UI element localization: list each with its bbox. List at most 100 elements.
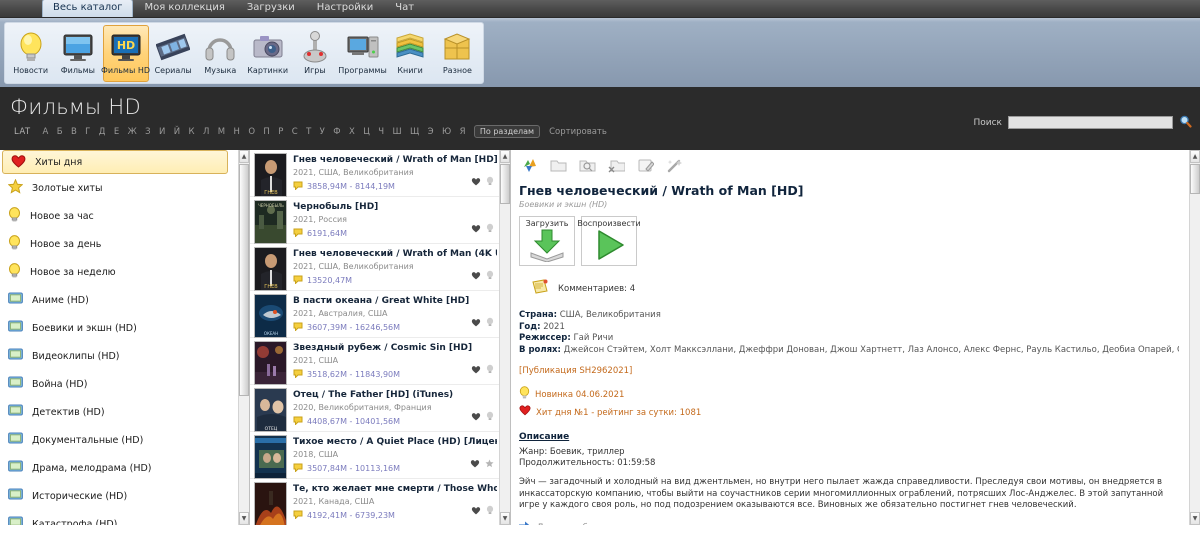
scrollbar-thumb[interactable] <box>500 164 510 204</box>
sidebar-item-istoricheskie[interactable]: Исторические (HD) <box>0 482 238 510</box>
alpha-letter[interactable]: Т <box>302 126 316 138</box>
lightbulb-icon[interactable] <box>486 265 494 284</box>
ribbon-item-muzyka[interactable]: Музыка <box>198 25 243 82</box>
download-button[interactable]: Загрузить <box>519 216 575 266</box>
ribbon-item-filmy[interactable]: Фильмы <box>55 25 100 82</box>
ribbon-item-igry[interactable]: Игры <box>292 25 337 82</box>
heart-icon[interactable] <box>471 218 481 237</box>
lightbulb-icon[interactable] <box>486 218 494 237</box>
ribbon-item-serialy[interactable]: Сериалы <box>151 25 196 82</box>
sidebar-item-novoe-za-nedelyu[interactable]: Новое за неделю <box>0 258 238 286</box>
scroll-down-arrow[interactable]: ▼ <box>500 512 510 525</box>
alpha-letter[interactable]: Е <box>110 126 124 138</box>
tab-nastroyki[interactable]: Настройки <box>306 0 384 17</box>
share-arrows-icon[interactable] <box>521 157 538 178</box>
sort-button[interactable]: Сортировать <box>549 127 607 137</box>
alpha-letter[interactable]: Ш <box>388 126 406 138</box>
ribbon-item-knigi[interactable]: Книги <box>388 25 433 82</box>
alpha-letter[interactable]: Я <box>456 126 470 138</box>
alpha-letter[interactable]: Й <box>170 126 185 138</box>
list-item[interactable]: ОКЕАН В пасти океана / Great White [HD] … <box>250 291 499 338</box>
sidebar-item-anime[interactable]: Аниме (HD) <box>0 286 238 314</box>
folder-edit-icon[interactable] <box>637 158 655 177</box>
alpha-letter[interactable]: А <box>38 126 52 138</box>
list-item[interactable]: ГНЕВ Гнев человеческий / Wrath of Man (4… <box>250 244 499 291</box>
heart-icon[interactable] <box>470 453 480 472</box>
magic-wand-icon[interactable] <box>666 158 683 177</box>
heart-icon[interactable] <box>471 500 481 519</box>
alpha-letter[interactable]: Н <box>230 126 245 138</box>
scroll-down-arrow[interactable]: ▼ <box>239 512 249 525</box>
heart-icon[interactable] <box>471 359 481 378</box>
alpha-letter[interactable]: Ч <box>374 126 388 138</box>
ribbon-item-programmy[interactable]: Программы <box>338 25 387 82</box>
scroll-up-arrow[interactable]: ▲ <box>1190 150 1200 163</box>
tab-ves-katalog[interactable]: Весь каталог <box>42 0 134 17</box>
sidebar-item-videoklipy[interactable]: Видеоклипы (HD) <box>0 342 238 370</box>
alpha-letter[interactable]: В <box>67 126 81 138</box>
alpha-letter[interactable]: С <box>288 126 302 138</box>
folder-search-icon[interactable] <box>579 158 596 177</box>
description-heading[interactable]: Описание <box>519 432 1179 442</box>
alpha-letter[interactable]: Э <box>424 126 438 138</box>
lightbulb-icon[interactable] <box>486 359 494 378</box>
alpha-letter[interactable]: Ю <box>438 126 456 138</box>
folder-icon[interactable] <box>550 158 567 177</box>
alpha-letter[interactable]: У <box>316 126 330 138</box>
lightbulb-icon[interactable] <box>486 171 494 190</box>
sidebar-item-hity-dnya[interactable]: Хиты дня <box>2 150 228 174</box>
sections-button[interactable]: По разделам <box>473 125 541 138</box>
sidebar-item-boeviki-i-ekshn[interactable]: Боевики и экшн (HD) <box>0 314 238 342</box>
list-item[interactable]: Звездный рубеж / Cosmic Sin [HD] 2021, С… <box>250 338 499 385</box>
comments-row[interactable]: Комментариев: 4 <box>519 279 1179 298</box>
scrollbar-thumb[interactable] <box>1190 164 1200 194</box>
tab-moya-kollekciya[interactable]: Моя коллекция <box>133 0 235 17</box>
ribbon-item-filmy-hd[interactable]: HD Фильмы HD <box>101 25 150 82</box>
alpha-letter[interactable]: З <box>141 126 155 138</box>
list-item[interactable]: ОТЕЦ Отец / The Father [HD] (iTunes) 202… <box>250 385 499 432</box>
alpha-letter[interactable]: Х <box>345 126 359 138</box>
scroll-up-arrow[interactable]: ▲ <box>239 150 249 163</box>
scroll-down-arrow[interactable]: ▼ <box>1190 512 1200 525</box>
detail-scrollbar[interactable]: ▲ ▼ <box>1189 150 1200 525</box>
sidebar-item-zolotye-hity[interactable]: Золотые хиты <box>0 174 238 202</box>
list-item[interactable]: ГНЕВ Гнев человеческий / Wrath of Man [H… <box>250 150 499 197</box>
sidebar-item-novoe-za-den[interactable]: Новое за день <box>0 230 238 258</box>
search-input[interactable] <box>1008 116 1173 129</box>
alpha-letter[interactable]: О <box>244 126 259 138</box>
alpha-letter[interactable]: Ц <box>359 126 374 138</box>
sidebar-item-drama-melodrama[interactable]: Драма, мелодрама (HD) <box>0 454 238 482</box>
alpha-letter[interactable]: Щ <box>406 126 424 138</box>
lightbulb-icon[interactable] <box>486 312 494 331</box>
scroll-up-arrow[interactable]: ▲ <box>500 150 510 163</box>
star-icon[interactable] <box>485 453 494 472</box>
heart-icon[interactable] <box>471 265 481 284</box>
scrollbar-thumb[interactable] <box>239 164 249 396</box>
search-icon[interactable] <box>1179 113 1192 132</box>
alpha-letter[interactable]: Ф <box>329 126 345 138</box>
lightbulb-icon[interactable] <box>486 500 494 519</box>
sidebar-scrollbar[interactable]: ▲ ▼ <box>238 150 249 525</box>
heart-icon[interactable] <box>471 171 481 190</box>
list-item[interactable]: Те, кто желает мне смерти / Those Who 20… <box>250 479 499 525</box>
heart-icon[interactable] <box>471 406 481 425</box>
alpha-letter-lat[interactable]: LAT <box>10 126 38 138</box>
alpha-letter[interactable]: М <box>214 126 230 138</box>
movie-list-scrollbar[interactable]: ▲ ▼ <box>499 150 510 525</box>
alpha-letter[interactable]: Ж <box>124 126 142 138</box>
alpha-letter[interactable]: Д <box>95 126 110 138</box>
heart-icon[interactable] <box>471 312 481 331</box>
ribbon-item-novosti[interactable]: Новости <box>8 25 53 82</box>
alpha-letter[interactable]: Р <box>274 126 288 138</box>
play-button[interactable]: Воспроизвести <box>577 216 641 266</box>
ribbon-item-raznoe[interactable]: Разное <box>435 25 480 82</box>
alpha-letter[interactable]: К <box>185 126 199 138</box>
alpha-letter[interactable]: П <box>259 126 274 138</box>
sidebar-item-detektiv[interactable]: Детектив (HD) <box>0 398 238 426</box>
sidebar-item-katastrofa[interactable]: Катастрофа (HD) <box>0 510 238 525</box>
alpha-letter[interactable]: Б <box>53 126 67 138</box>
sidebar-item-dokumentalnye[interactable]: Документальные (HD) <box>0 426 238 454</box>
alpha-letter[interactable]: И <box>155 126 170 138</box>
lightbulb-icon[interactable] <box>486 406 494 425</box>
alpha-letter[interactable]: Л <box>199 126 214 138</box>
